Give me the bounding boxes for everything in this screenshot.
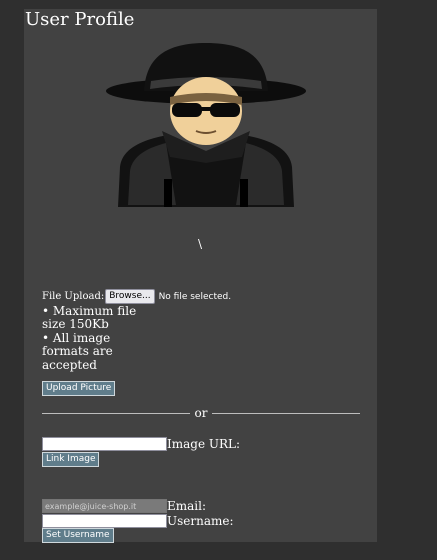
browse-button[interactable]: Browse...	[105, 289, 155, 304]
page-title: User Profile	[25, 9, 135, 30]
image-url-label: Image URL:	[167, 437, 241, 451]
file-status-text: No file selected.	[158, 291, 232, 302]
email-row: example@juice-shop.it Email:	[42, 499, 206, 513]
upload-hints: • Maximum file size 150Kb • All image fo…	[42, 304, 142, 372]
divider-line-left	[42, 412, 190, 414]
email-label: Email:	[167, 499, 207, 513]
backslash-text: \	[198, 237, 203, 251]
file-upload-label: File Upload:	[42, 291, 105, 302]
upload-picture-button[interactable]: Upload Picture	[42, 381, 116, 396]
divider-text: or	[194, 406, 208, 420]
incognito-avatar-icon	[106, 43, 306, 207]
email-field: example@juice-shop.it	[42, 499, 167, 513]
profile-panel: User Profile \ File Upload: Browse... No…	[24, 9, 377, 543]
username-row: Username:	[42, 514, 234, 528]
set-username-button[interactable]: Set Username	[42, 528, 114, 543]
image-url-row: Image URL:	[42, 437, 240, 451]
username-input[interactable]	[42, 514, 167, 528]
file-upload-row: File Upload: Browse... No file selected.	[42, 289, 231, 304]
divider-line-right	[212, 412, 360, 414]
hint-max-size: • Maximum file size 150Kb	[42, 304, 137, 332]
hint-formats: • All image formats are accepted	[42, 330, 113, 372]
or-divider: or	[42, 405, 360, 421]
image-url-input[interactable]	[42, 437, 167, 451]
link-image-button[interactable]: Link Image	[42, 452, 100, 467]
username-label: Username:	[167, 514, 234, 528]
